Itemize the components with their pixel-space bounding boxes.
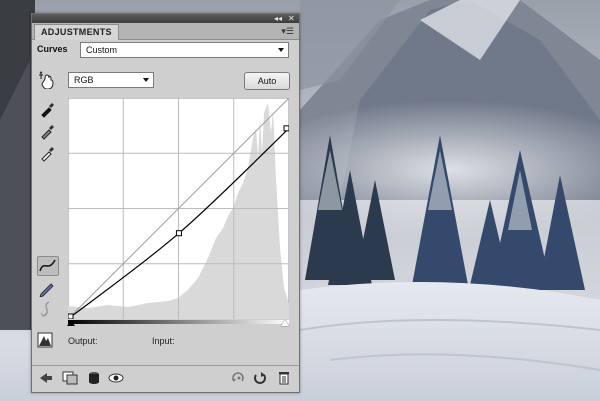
smooth-curve-icon[interactable] — [37, 300, 57, 318]
black-point-eyedropper-icon[interactable] — [37, 100, 57, 118]
previous-state-icon[interactable] — [230, 371, 246, 385]
curves-graph[interactable] — [68, 98, 289, 319]
clip-to-layer-icon[interactable] — [62, 371, 78, 385]
clipping-warning-icon[interactable] — [37, 332, 53, 348]
tab-adjustments[interactable]: ADJUSTMENTS — [34, 24, 119, 40]
panel-tab-row: ADJUSTMENTS ▾☰ — [32, 23, 299, 40]
curve-edit-points-icon[interactable] — [37, 256, 59, 276]
input-gradient-bar — [68, 320, 289, 324]
channel-dropdown[interactable]: RGB — [68, 72, 154, 88]
adjustments-panel: ◂◂ ✕ ADJUSTMENTS ▾☰ Curves Custom RGB Au… — [31, 13, 300, 393]
visibility-eye-icon[interactable] — [108, 371, 124, 385]
white-point-eyedropper-icon[interactable] — [37, 144, 57, 162]
curve-control-point[interactable] — [175, 230, 182, 237]
on-image-adjust-icon[interactable] — [37, 71, 57, 90]
chevron-down-icon — [278, 48, 284, 52]
output-label-text: Output: — [68, 336, 98, 346]
gray-point-eyedropper-icon[interactable] — [37, 122, 57, 140]
auto-button[interactable]: Auto — [244, 72, 290, 90]
black-input-slider[interactable] — [67, 320, 75, 326]
pencil-draw-icon[interactable] — [37, 279, 57, 298]
white-input-slider[interactable] — [281, 320, 289, 326]
panel-menu-icon[interactable]: ▾☰ — [281, 25, 294, 37]
reset-icon[interactable] — [252, 371, 268, 385]
collapse-panel-icon[interactable]: ◂◂ — [274, 14, 282, 23]
input-label: Input: — [152, 336, 175, 346]
preset-dropdown[interactable]: Custom — [80, 42, 289, 58]
curve-control-point[interactable] — [283, 125, 289, 132]
panel-titlebar[interactable]: ◂◂ ✕ — [32, 14, 299, 23]
bottom-separator — [32, 365, 299, 366]
channel-value: RGB — [74, 75, 94, 85]
delete-icon[interactable] — [276, 371, 292, 385]
layer-mask-icon[interactable] — [86, 371, 102, 385]
curve-control-point[interactable] — [68, 313, 74, 319]
input-label-text: Input: — [152, 336, 175, 346]
adjustment-type-label: Curves — [37, 44, 68, 54]
chevron-down-icon — [143, 78, 149, 82]
preset-value: Custom — [86, 45, 118, 55]
close-panel-icon[interactable]: ✕ — [288, 14, 295, 23]
output-label: Output: — [68, 336, 98, 346]
back-arrow-icon[interactable] — [38, 371, 54, 385]
